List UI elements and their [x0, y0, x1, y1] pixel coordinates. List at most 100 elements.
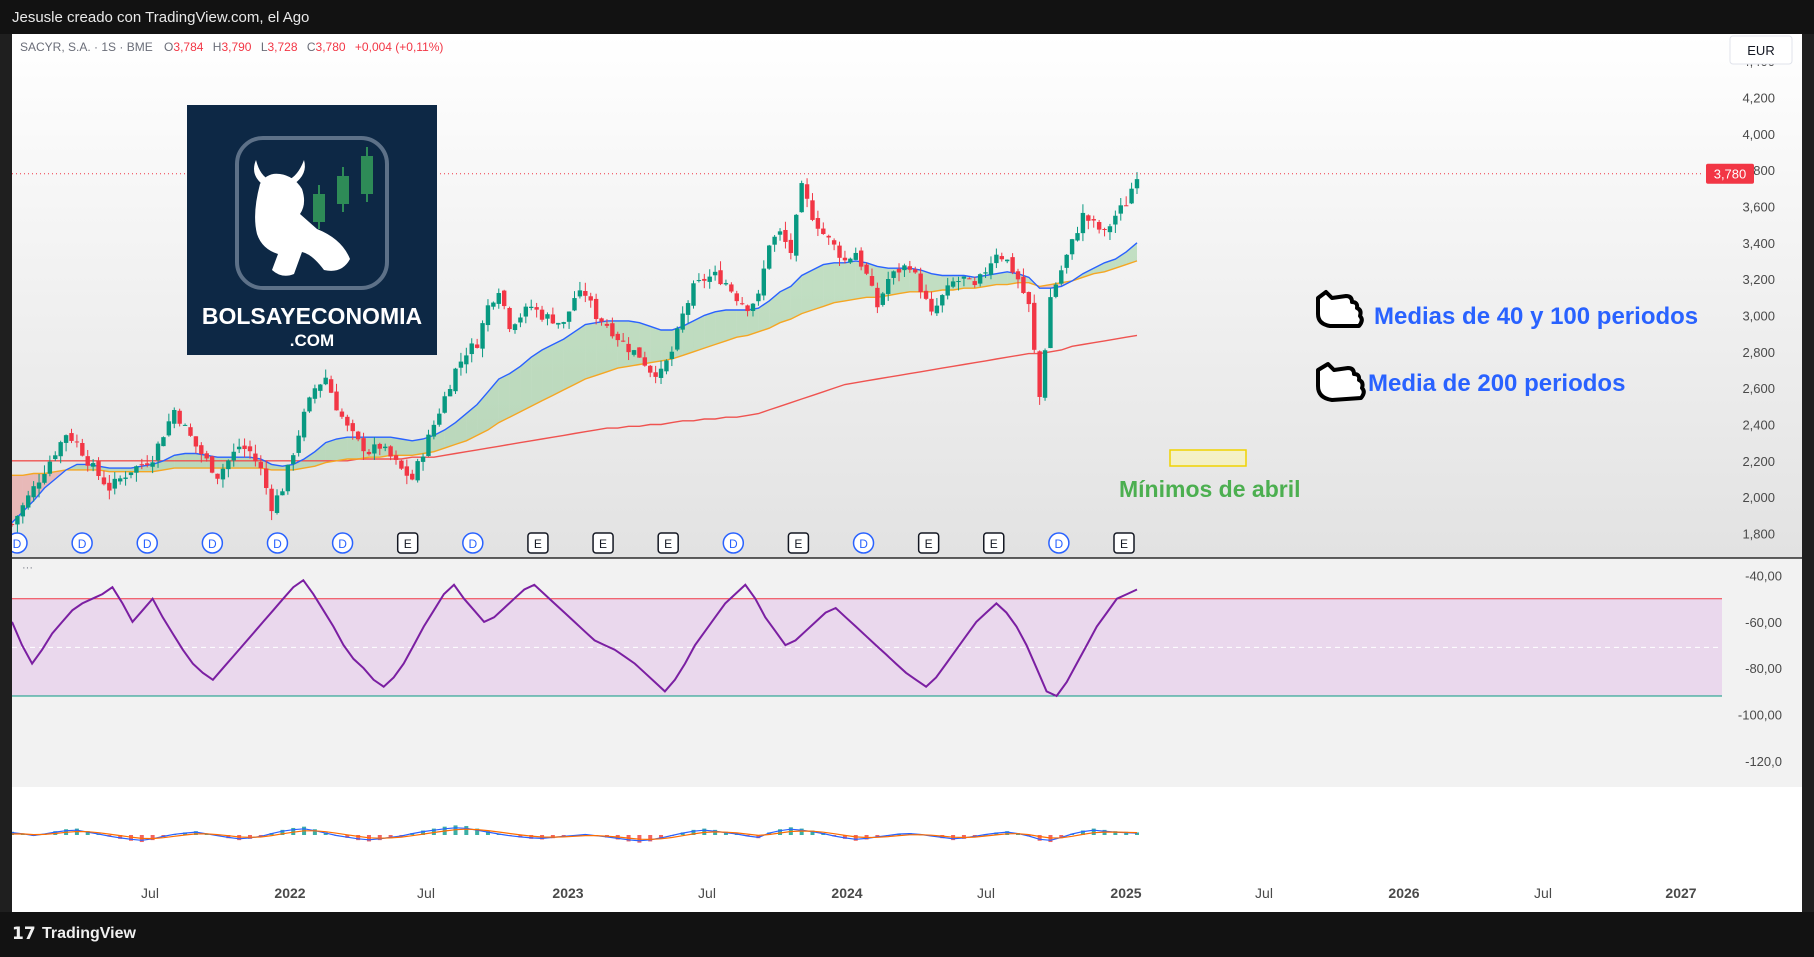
- candle-body: [972, 281, 977, 286]
- dividend-marker[interactable]: D: [722, 532, 745, 554]
- earnings-marker[interactable]: E: [787, 532, 810, 554]
- event-marker-label: D: [859, 537, 868, 551]
- candle-body: [950, 281, 956, 287]
- price-tick-label: 2,400: [1742, 417, 1775, 432]
- candle-body: [875, 287, 880, 308]
- candle-body: [940, 295, 945, 306]
- dividend-marker[interactable]: D: [1048, 532, 1070, 554]
- candle-body: [934, 305, 940, 314]
- open-label: O: [164, 40, 173, 54]
- dividend-marker[interactable]: D: [266, 532, 289, 554]
- candle-body: [236, 446, 242, 450]
- candle-body: [507, 307, 512, 330]
- candle-body: [177, 410, 182, 424]
- time-axis[interactable]: Jul 2022 Jul 2023 Jul 2024 Jul 2025 Jul 2026 Jul 20…: [141, 885, 1697, 901]
- candle-body: [350, 423, 355, 432]
- event-marker-label: D: [143, 537, 152, 551]
- candle-body: [496, 293, 501, 304]
- candle-body: [696, 280, 702, 282]
- dividend-marker[interactable]: D: [12, 532, 28, 554]
- candle-body: [139, 464, 145, 466]
- indicator-collapsed-label[interactable]: ···: [22, 562, 33, 574]
- earnings-marker[interactable]: E: [983, 532, 1005, 554]
- candle-body: [929, 298, 934, 312]
- candle-body: [1032, 302, 1037, 350]
- time-tick-label: Jul: [1255, 885, 1273, 901]
- candle-body: [675, 328, 680, 350]
- candle-body: [36, 482, 42, 489]
- candle-body: [134, 466, 139, 473]
- candle-body: [994, 254, 999, 264]
- earnings-marker[interactable]: E: [592, 532, 614, 554]
- earnings-marker[interactable]: E: [917, 532, 940, 554]
- ma-cloud-segment: [552, 339, 564, 396]
- chart-frame[interactable]: 4,4004,2004,0003,8003,6003,4003,2003,000…: [12, 34, 1802, 912]
- candle-body: [685, 303, 691, 315]
- candle-body: [53, 455, 58, 460]
- candle-body: [1091, 219, 1096, 221]
- event-marker-label: D: [13, 537, 22, 551]
- time-tick-label: Jul: [141, 885, 159, 901]
- earnings-marker[interactable]: E: [396, 532, 419, 554]
- ma-cloud-segment: [585, 322, 597, 380]
- candle-body: [631, 350, 637, 355]
- dividend-marker[interactable]: D: [462, 532, 484, 554]
- earnings-marker[interactable]: E: [527, 532, 549, 554]
- candle-body: [539, 309, 545, 320]
- candle-body: [437, 413, 442, 425]
- candle-body: [204, 453, 209, 459]
- candle-body: [345, 416, 350, 426]
- candle-body: [280, 491, 285, 496]
- candle-body: [550, 314, 556, 324]
- candle-body: [415, 461, 420, 481]
- event-marker-label: E: [664, 537, 672, 551]
- price-tick-label: 3,200: [1742, 272, 1775, 287]
- candle-body: [664, 360, 669, 372]
- candle-body: [783, 229, 788, 242]
- candle-body: [956, 281, 961, 283]
- candle-body: [961, 276, 967, 279]
- dividend-marker[interactable]: D: [201, 532, 224, 554]
- candle-body: [209, 456, 215, 473]
- candle-body: [896, 268, 902, 273]
- candle-body: [1021, 276, 1026, 293]
- candle-body: [128, 472, 134, 476]
- time-tick-label: Jul: [1534, 885, 1552, 901]
- candle-body: [393, 455, 399, 460]
- price-tick-label: 4,200: [1742, 90, 1775, 105]
- earnings-marker[interactable]: E: [1113, 532, 1135, 554]
- price-tick-label: 4,000: [1742, 127, 1775, 142]
- ma-cloud-segment: [736, 309, 748, 338]
- candle-body: [842, 257, 848, 261]
- candle-body: [767, 245, 772, 269]
- candle-body: [215, 473, 220, 479]
- candle-body: [913, 269, 918, 273]
- candle-body: [339, 411, 345, 417]
- candle-body: [902, 265, 907, 271]
- candle-body: [858, 250, 864, 267]
- candle-body: [58, 442, 63, 457]
- candle-body: [1064, 254, 1069, 268]
- candle-body: [799, 183, 804, 213]
- earnings-marker[interactable]: E: [657, 532, 679, 554]
- macd-bar: [1091, 828, 1096, 835]
- ma-cloud-segment: [844, 260, 856, 301]
- dividend-marker[interactable]: D: [71, 532, 93, 554]
- event-marker-label: E: [794, 537, 802, 551]
- candle-body: [712, 271, 718, 276]
- candle-body: [285, 464, 291, 492]
- dividend-marker[interactable]: D: [852, 532, 875, 554]
- candle-body: [620, 340, 626, 342]
- dividend-marker[interactable]: D: [136, 532, 158, 554]
- candle-body: [247, 446, 253, 452]
- candle-body: [1037, 351, 1042, 397]
- chart-svg[interactable]: 4,4004,2004,0003,8003,6003,4003,2003,000…: [12, 34, 1802, 912]
- candle-body: [74, 441, 80, 443]
- candle-body: [1004, 259, 1010, 262]
- ma-cloud-segment: [931, 273, 943, 292]
- ma-cloud-segment: [823, 262, 835, 307]
- candle-body: [707, 276, 712, 282]
- dividend-marker[interactable]: D: [331, 532, 354, 554]
- candle-body: [31, 486, 36, 498]
- candle-body: [382, 446, 388, 449]
